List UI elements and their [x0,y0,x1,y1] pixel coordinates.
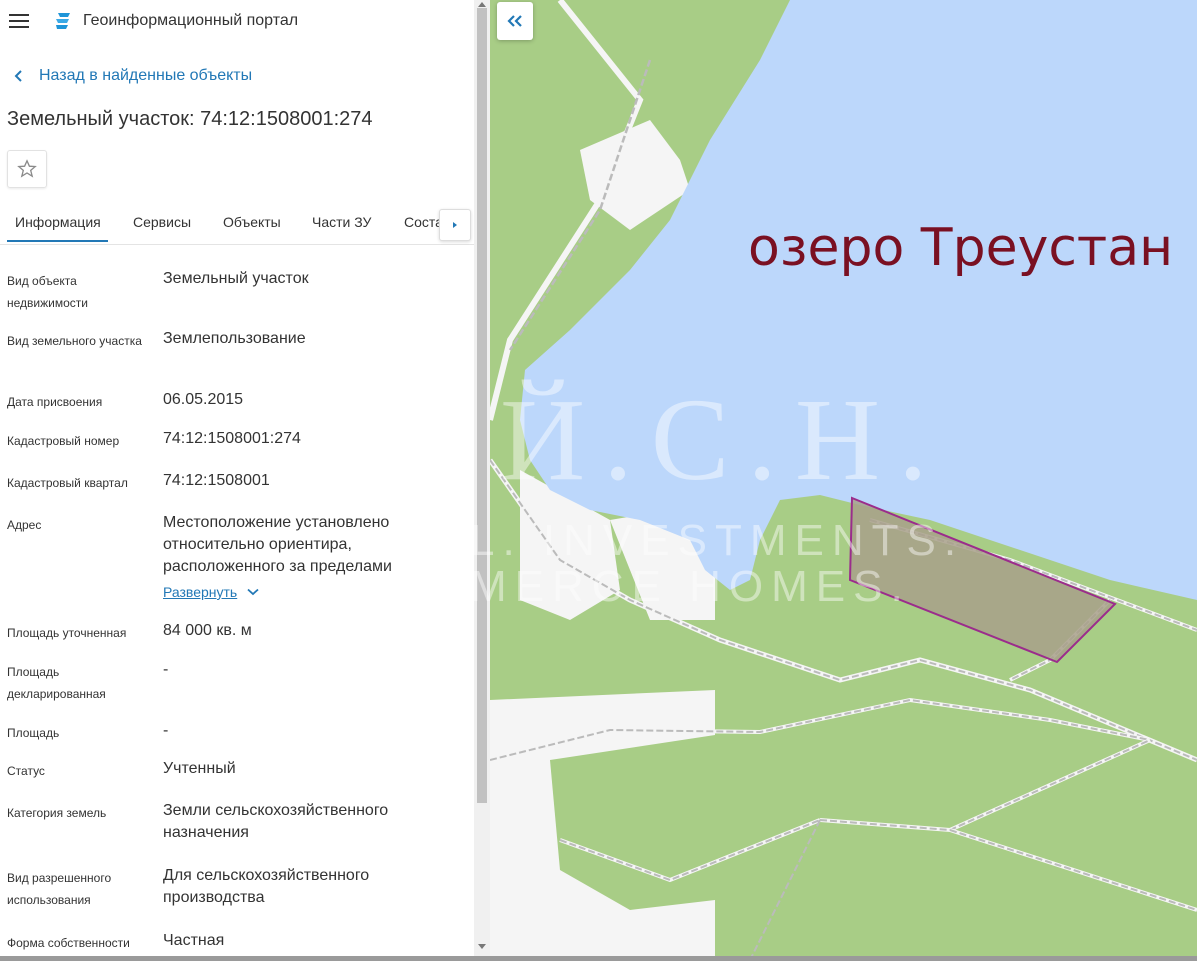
field-value: - [163,722,169,739]
field-label: Вид разрешенного использования [7,871,112,907]
address-value: Местоположение установлено относительно … [163,514,392,575]
field-label: Категория земель [7,806,107,820]
field-value: 74:12:1508001:274 [163,430,301,447]
field-value: 74:12:1508001 [163,472,270,489]
watermark-logo: Й.С.Н. [500,374,946,505]
field-value: Частная [163,932,225,949]
expand-label: Развернуть [163,584,238,600]
info-panel: Геоинформационный портал Назад в найденн… [0,0,474,961]
field-label: Дата присвоения [7,395,103,409]
collapse-panel-button[interactable] [497,2,533,40]
scroll-up-arrow-icon[interactable] [478,2,486,7]
tab-bar: Информация Сервисы Объекты Части ЗУ Сост… [0,200,474,245]
field-label: Кадастровый номер [7,434,120,448]
star-icon [17,159,37,178]
caret-right-icon [453,222,457,228]
scrollbar-thumb[interactable] [477,8,487,803]
tab-composition[interactable]: Соста [404,214,443,230]
app-title: Геоинформационный портал [83,12,299,29]
field-value: Учтенный [163,760,236,777]
field-label: Площадь декларированная [7,665,106,701]
field-label: Площадь уточненная [7,626,127,640]
tab-services[interactable]: Сервисы [133,214,191,230]
portal-logo-icon [56,13,70,29]
field-value: Земельный участок [163,270,309,287]
tabs-scroll-right-button[interactable] [439,209,471,241]
lake-label: озеро Треустан [748,218,1174,278]
tab-parts[interactable]: Части ЗУ [312,214,371,230]
watermark-text: L. INVESTMENTS. [470,516,965,565]
field-label: Вид земельного участка [7,334,142,348]
app-header: Геоинформационный портал [0,0,474,44]
field-label: Кадастровый квартал [7,476,128,490]
field-label: Вид объекта недвижимости [7,274,88,310]
back-to-results-link[interactable]: Назад в найденные объекты [12,67,252,85]
active-tab-indicator [7,240,108,242]
taskbar-strip [0,956,1197,961]
field-label: Адрес [7,518,42,532]
scroll-down-arrow-icon[interactable] [478,944,486,949]
favorite-button[interactable] [7,150,47,188]
field-value: - [163,661,169,678]
field-value: Землепользование [163,330,306,347]
chevron-down-icon [247,588,259,596]
panel-scrollbar[interactable] [474,0,490,961]
page-title: Земельный участок: 74:12:1508001:274 [7,108,373,130]
field-label: Статус [7,764,45,778]
back-link-label: Назад в найденные объекты [39,67,253,84]
field-value: 06.05.2015 [163,391,244,408]
expand-address-link[interactable]: Развернуть [163,584,259,600]
hamburger-icon[interactable] [9,14,29,29]
double-chevron-left-icon [507,15,522,27]
field-value: 84 000 кв. м [163,622,252,639]
field-label: Площадь [7,726,60,740]
field-value: Земли сельскохозяйственного назначения [163,802,389,841]
tab-objects[interactable]: Объекты [223,214,281,230]
tab-information[interactable]: Информация [15,214,101,230]
field-value: Для сельскохозяйственного производства [163,867,370,906]
field-label: Форма собственности [7,936,130,950]
chevron-left-icon [14,70,22,82]
watermark-text: MERCE HOMES. [470,562,911,611]
